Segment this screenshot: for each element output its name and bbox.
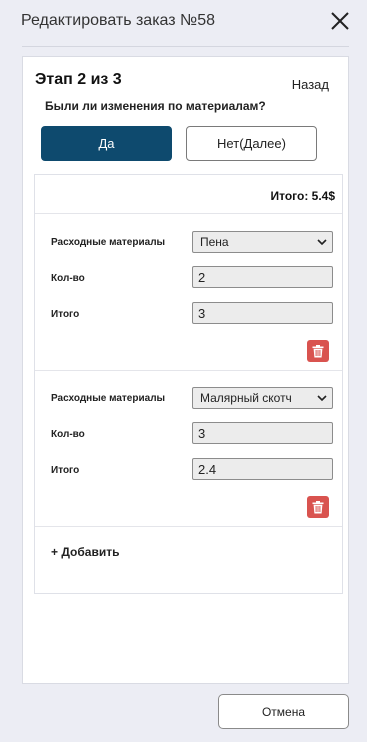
- materials-list: Итого: 5.4$ Расходные материалы Пена Кол…: [34, 174, 343, 594]
- material-item: Расходные материалы Пена Кол-во 2 Итого …: [35, 214, 342, 371]
- materials-question: Были ли изменения по материалам?: [45, 99, 266, 113]
- item-total-input[interactable]: 2.4: [192, 458, 333, 480]
- material-select[interactable]: Пена: [192, 231, 333, 253]
- material-select[interactable]: Малярный скотч: [192, 387, 333, 409]
- delete-material-button[interactable]: [307, 496, 329, 518]
- chevron-down-icon: [317, 395, 327, 402]
- quantity-label: Кол-во: [51, 273, 85, 284]
- step-title: Этап 2 из 3: [35, 71, 122, 88]
- back-link[interactable]: Назад: [292, 77, 329, 92]
- materials-total-row: Итого: 5.4$: [35, 175, 342, 214]
- item-total-label: Итого: [51, 309, 80, 320]
- trash-icon: [312, 500, 324, 513]
- no-next-button[interactable]: Нет(Далее): [186, 126, 317, 161]
- quantity-label: Кол-во: [51, 429, 85, 440]
- close-button[interactable]: [329, 10, 351, 32]
- material-select-value: Малярный скотч: [200, 391, 292, 405]
- chevron-down-icon: [317, 239, 327, 246]
- close-icon: [331, 12, 349, 30]
- quantity-input[interactable]: 2: [192, 266, 333, 288]
- quantity-input[interactable]: 3: [192, 422, 333, 444]
- trash-icon: [312, 344, 324, 357]
- add-material-row: + Добавить: [35, 525, 342, 593]
- cancel-button[interactable]: Отмена: [218, 694, 349, 729]
- materials-total: Итого: 5.4$: [270, 189, 335, 203]
- add-material-button[interactable]: + Добавить: [51, 545, 119, 559]
- dialog-header: Редактировать заказ №58: [0, 0, 367, 46]
- material-item: Расходные материалы Малярный скотч Кол-в…: [35, 370, 342, 527]
- material-select-value: Пена: [200, 235, 229, 249]
- header-divider: [22, 46, 349, 47]
- material-label: Расходные материалы: [51, 393, 166, 404]
- material-label: Расходные материалы: [51, 237, 166, 248]
- delete-material-button[interactable]: [307, 340, 329, 362]
- step-panel: Этап 2 из 3 Назад Были ли изменения по м…: [22, 56, 349, 684]
- item-total-label: Итого: [51, 465, 80, 476]
- yes-button[interactable]: Да: [41, 126, 172, 161]
- item-total-input[interactable]: 3: [192, 302, 333, 324]
- dialog-title: Редактировать заказ №58: [21, 12, 216, 29]
